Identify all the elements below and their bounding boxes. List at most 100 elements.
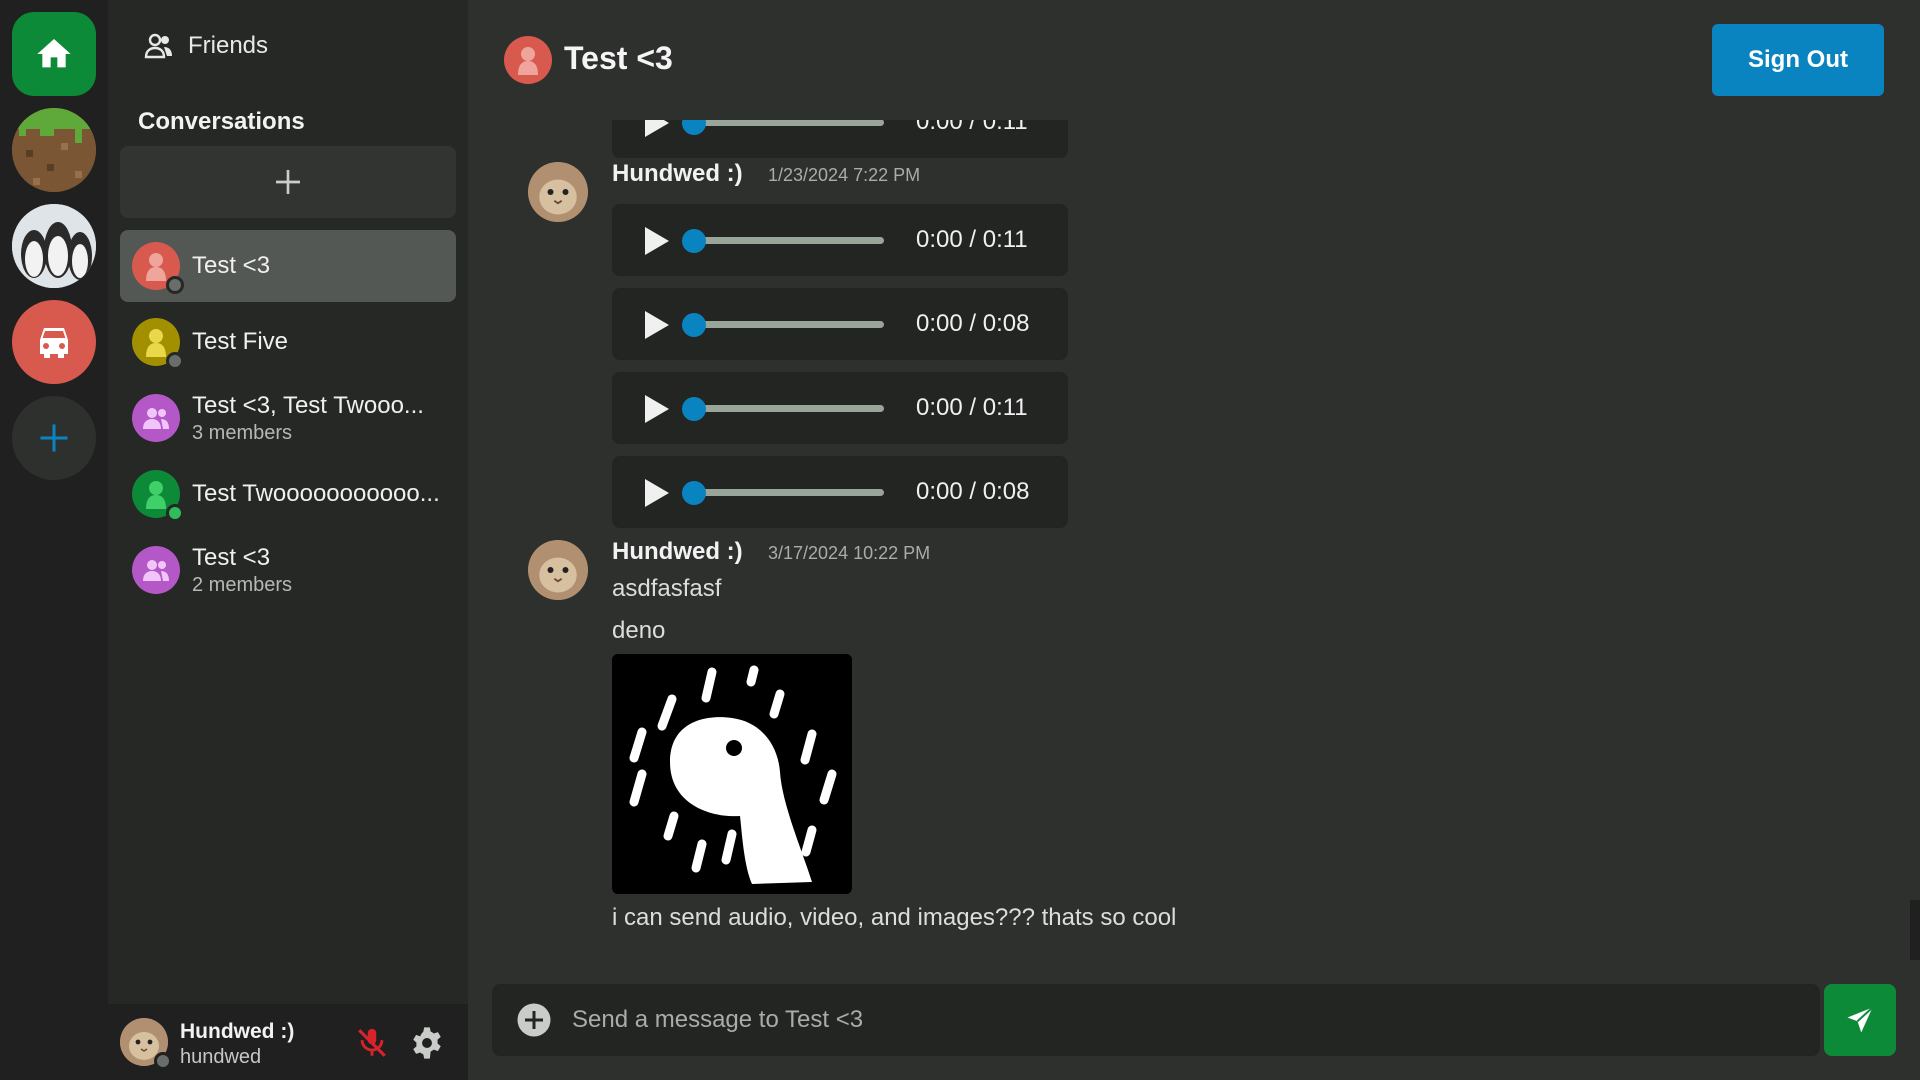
- play-icon[interactable]: [642, 120, 670, 138]
- server-grass-block[interactable]: [12, 108, 96, 192]
- audio-player: 0:00 / 0:08: [612, 288, 1068, 360]
- mute-microphone-button[interactable]: [354, 1026, 390, 1065]
- message-scrollbar[interactable]: [1910, 900, 1920, 960]
- mic-muted-icon: [358, 1028, 386, 1057]
- user-icon: [518, 47, 538, 75]
- audio-progress-track[interactable]: [684, 237, 884, 244]
- conversation-avatar: [504, 36, 552, 84]
- audio-progress-knob[interactable]: [682, 481, 706, 505]
- message-author[interactable]: Hundwed :): [612, 160, 743, 188]
- avatar: [132, 242, 184, 294]
- message-avatar[interactable]: [528, 162, 588, 222]
- cat-avatar-icon: [528, 162, 588, 222]
- conversation-name: Test <3: [192, 543, 271, 571]
- user-display-name: Hundwed :): [180, 1020, 295, 1043]
- message-list[interactable]: 0:00 / 0:11 Hundwed :) 1/23/2024 7:22 PM…: [468, 120, 1908, 960]
- audio-time: 0:00 / 0:11: [916, 120, 1028, 135]
- audio-player: 0:00 / 0:11: [612, 120, 1068, 158]
- group-avatar: [132, 546, 180, 594]
- gear-icon: [413, 1027, 441, 1059]
- cat-avatar-icon: [528, 540, 588, 600]
- offline-status-dot: [154, 1052, 172, 1070]
- member-count: 2 members: [192, 573, 293, 596]
- grass-block-icon: [12, 108, 96, 192]
- audio-progress-knob[interactable]: [682, 397, 706, 421]
- conversation-list: Test <3 Test Five Test <3, Test Twooo...…: [120, 230, 456, 610]
- audio-time: 0:00 / 0:11: [916, 394, 1028, 421]
- avatar: [132, 470, 184, 522]
- conversation-name: Test Twooooooooooo...: [192, 480, 440, 507]
- friends-link[interactable]: Friends: [144, 32, 268, 60]
- server-rail: [0, 0, 108, 1080]
- home-icon: [37, 39, 71, 68]
- plus-circle-icon: [517, 1003, 551, 1037]
- play-icon[interactable]: [642, 394, 670, 424]
- audio-time: 0:00 / 0:08: [916, 310, 1030, 337]
- penguin-icon: [12, 204, 96, 288]
- play-icon[interactable]: [642, 226, 670, 256]
- group-avatar: [132, 394, 180, 442]
- chat-area: Test <3 Sign Out 0:00 / 0:11 Hundwed :) …: [468, 0, 1920, 1080]
- conversation-item[interactable]: Test Five: [120, 306, 456, 378]
- avatar: [132, 318, 184, 370]
- user-panel: Hundwed :) hundwed: [108, 1004, 468, 1080]
- play-icon[interactable]: [642, 310, 670, 340]
- send-icon: [1847, 1006, 1874, 1033]
- server-car[interactable]: [12, 300, 96, 384]
- new-conversation-button[interactable]: [120, 146, 456, 218]
- conversation-item[interactable]: Test <3 2 members: [120, 534, 456, 606]
- username: hundwed: [180, 1046, 262, 1068]
- attach-button[interactable]: [516, 1002, 552, 1043]
- conversation-sidebar: Friends Conversations Test <3 Test Five: [108, 0, 468, 1080]
- user-avatar[interactable]: [120, 1018, 172, 1070]
- offline-status-dot: [166, 352, 184, 370]
- audio-progress-knob[interactable]: [682, 120, 706, 135]
- audio-progress-track[interactable]: [684, 405, 884, 412]
- plus-icon: [40, 424, 68, 452]
- send-button[interactable]: [1824, 984, 1896, 1056]
- message-text: asdfasfasf: [612, 575, 722, 602]
- audio-progress-knob[interactable]: [682, 313, 706, 337]
- message-image[interactable]: [612, 654, 852, 894]
- conversation-item[interactable]: Test <3: [120, 230, 456, 302]
- sign-out-button[interactable]: Sign Out: [1712, 24, 1884, 96]
- message-timestamp: 3/17/2024 10:22 PM: [768, 543, 931, 563]
- offline-status-dot: [166, 276, 184, 294]
- group-icon: [143, 560, 169, 581]
- deno-logo-icon: [612, 654, 852, 894]
- message-author[interactable]: Hundwed :): [612, 538, 743, 566]
- conversation-item[interactable]: Test Twooooooooooo...: [120, 458, 456, 530]
- message-text: i can send audio, video, and images??? t…: [612, 904, 1177, 931]
- online-status-dot: [166, 504, 184, 522]
- user-icon: [146, 329, 166, 357]
- message-timestamp: 1/23/2024 7:22 PM: [768, 165, 921, 185]
- users-icon: [144, 33, 172, 59]
- user-icon: [146, 253, 166, 281]
- home-button[interactable]: [12, 12, 96, 96]
- play-icon[interactable]: [642, 478, 670, 508]
- audio-time: 0:00 / 0:08: [916, 478, 1030, 505]
- server-penguins[interactable]: [12, 204, 96, 288]
- group-icon: [143, 408, 169, 429]
- audio-time: 0:00 / 0:11: [916, 226, 1028, 253]
- add-server-button[interactable]: [12, 396, 96, 480]
- audio-progress-track[interactable]: [684, 120, 884, 126]
- conversation-name: Test Five: [192, 328, 289, 355]
- message-text: deno: [612, 617, 666, 644]
- message-input[interactable]: [572, 996, 1792, 1044]
- conversation-title: Test <3: [564, 40, 673, 76]
- audio-progress-track[interactable]: [684, 489, 884, 496]
- car-icon: [40, 328, 68, 358]
- audio-progress-track[interactable]: [684, 321, 884, 328]
- settings-button[interactable]: [410, 1026, 444, 1065]
- conversation-item[interactable]: Test <3, Test Twooo... 3 members: [120, 382, 456, 454]
- conversation-name: Test <3: [192, 252, 271, 279]
- audio-progress-knob[interactable]: [682, 229, 706, 253]
- conversation-name: Test <3, Test Twooo...: [192, 391, 424, 419]
- user-icon: [146, 481, 166, 509]
- audio-player: 0:00 / 0:11: [612, 372, 1068, 444]
- plus-icon: [276, 170, 300, 194]
- audio-player: 0:00 / 0:11: [612, 204, 1068, 276]
- friends-label: Friends: [188, 32, 269, 59]
- message-avatar[interactable]: [528, 540, 588, 600]
